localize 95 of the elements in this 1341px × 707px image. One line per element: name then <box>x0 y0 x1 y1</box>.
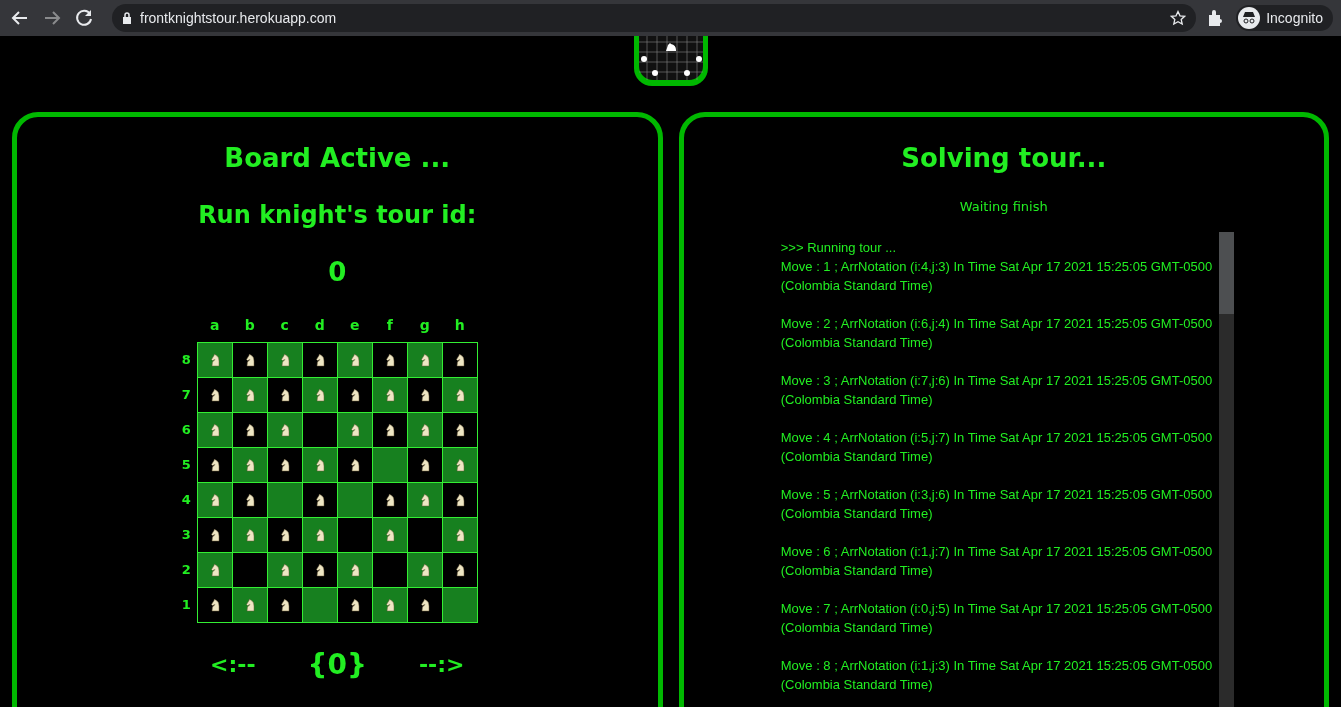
knight-icon <box>349 423 362 437</box>
file-label: g <box>419 316 430 333</box>
knight-icon <box>419 458 432 472</box>
knight-icon <box>349 563 362 577</box>
knight-icon <box>384 598 397 612</box>
knight-icon <box>314 458 327 472</box>
knight-icon <box>454 563 467 577</box>
knight-icon <box>314 493 327 507</box>
address-bar[interactable]: frontknightstour.herokuapp.com <box>112 4 1197 32</box>
knight-icon <box>279 353 292 367</box>
log-entry: Move : 6 ; ArrNotation (i:1,j:7) In Time Sat Apr 17 2021 15:25:05 GMT-0500 (Colombia Standard Time) <box>780 543 1214 580</box>
file-label: e <box>350 316 360 333</box>
knight-icon <box>454 388 467 402</box>
knight-icon <box>314 353 327 367</box>
tour-id: 0 <box>328 257 347 287</box>
panel-title: Board Active ... <box>224 143 451 173</box>
knight-icon <box>244 388 257 402</box>
knight-icon <box>279 388 292 402</box>
knight-icon <box>419 493 432 507</box>
log-entry: Move : 3 ; ArrNotation (i:7,j:6) In Time Sat Apr 17 2021 15:25:05 GMT-0500 (Colombia Standard Time) <box>780 372 1214 409</box>
knight-icon <box>279 423 292 437</box>
knight-icon <box>244 423 257 437</box>
rank-label: 1 <box>181 597 191 612</box>
file-label: f <box>386 316 393 333</box>
knight-icon <box>384 423 397 437</box>
file-label: a <box>210 316 220 333</box>
knight-icon <box>209 528 222 542</box>
knight-icon <box>314 388 327 402</box>
knight-icon <box>244 458 257 472</box>
knight-icon <box>314 528 327 542</box>
previous-link[interactable]: <:-- <box>210 652 256 677</box>
file-label: h <box>454 316 465 333</box>
file-label: d <box>314 316 325 333</box>
knight-icon <box>314 563 327 577</box>
knight-icon <box>454 528 467 542</box>
scrollbar-thumb[interactable] <box>1218 232 1234 314</box>
knight-icon <box>454 353 467 367</box>
knight-icon <box>454 493 467 507</box>
knight-icon <box>244 493 257 507</box>
log-entry: Move : 8 ; ArrNotation (i:1,j:3) In Time Sat Apr 17 2021 15:25:05 GMT-0500 (Colombia Standard Time) <box>780 657 1214 694</box>
knight-icon <box>209 563 222 577</box>
knight-icon <box>279 528 292 542</box>
knight-icon <box>209 353 222 367</box>
knight-icon <box>384 353 397 367</box>
knight-icon <box>419 423 432 437</box>
url-text: frontknightstour.herokuapp.com <box>140 10 338 26</box>
knight-icon <box>279 563 292 577</box>
panel-title: Solving tour... <box>901 143 1107 173</box>
log-entry: Move : 5 ; ArrNotation (i:3,j:6) In Time Sat Apr 17 2021 15:25:05 GMT-0500 (Colombia Standard Time) <box>780 486 1214 523</box>
status-text: Waiting finish <box>959 199 1048 214</box>
knight-icon <box>279 458 292 472</box>
rank-label: 4 <box>181 492 191 507</box>
knight-icon <box>209 458 222 472</box>
scrollbar[interactable] <box>1218 232 1234 707</box>
knight-icon <box>279 598 292 612</box>
knight-icon <box>419 388 432 402</box>
knight-icon <box>209 598 222 612</box>
knight-icon <box>384 528 397 542</box>
knight-icon <box>454 458 467 472</box>
knight-icon <box>349 458 362 472</box>
rank-label: 6 <box>181 422 191 437</box>
knight-icon <box>209 493 222 507</box>
file-label: c <box>280 316 289 333</box>
log-entry: Move : 1 ; ArrNotation (i:4,j:3) In Time Sat Apr 17 2021 15:25:05 GMT-0500 (Colombia Standard Time) <box>780 258 1214 295</box>
log-entry: Move : 7 ; ArrNotation (i:0,j:5) In Time Sat Apr 17 2021 15:25:05 GMT-0500 (Colombia Standard Time) <box>780 600 1214 637</box>
knight-icon <box>454 423 467 437</box>
knight-icon <box>384 388 397 402</box>
rank-label: 5 <box>181 457 191 472</box>
log-header: >>> Running tour ... <box>780 239 898 257</box>
knight-icon <box>349 353 362 367</box>
rank-label: 3 <box>181 527 191 542</box>
knight-icon <box>209 388 222 402</box>
knight-icon <box>209 423 222 437</box>
knight-icon <box>349 388 362 402</box>
log-entry: Move : 4 ; ArrNotation (i:5,j:7) In Time Sat Apr 17 2021 15:25:05 GMT-0500 (Colombia Standard Time) <box>780 429 1214 466</box>
knight-icon <box>384 493 397 507</box>
next-link[interactable]: --:> <box>418 652 465 677</box>
knight-icon <box>419 353 432 367</box>
rank-label: 2 <box>181 562 191 577</box>
knight-icon <box>244 598 257 612</box>
knight-icon <box>244 353 257 367</box>
star-icon[interactable] <box>1170 10 1187 26</box>
profile-chip[interactable]: Incognito <box>1236 5 1333 31</box>
rank-label: 8 <box>181 352 191 367</box>
incognito-icon <box>1238 7 1261 29</box>
current-index: {0} <box>307 648 367 681</box>
log-entry: Move : 2 ; ArrNotation (i:6,j:4) In Time Sat Apr 17 2021 15:25:05 GMT-0500 (Colombia Standard Time) <box>780 315 1214 352</box>
panel-subtitle: Run knight's tour id: <box>198 201 477 229</box>
knight-icon <box>244 528 257 542</box>
knight-icon <box>419 598 432 612</box>
knight-icon <box>349 598 362 612</box>
rank-label: 7 <box>181 387 191 402</box>
lock-icon <box>122 12 132 24</box>
file-label: b <box>244 316 255 333</box>
knight-icon <box>419 563 432 577</box>
